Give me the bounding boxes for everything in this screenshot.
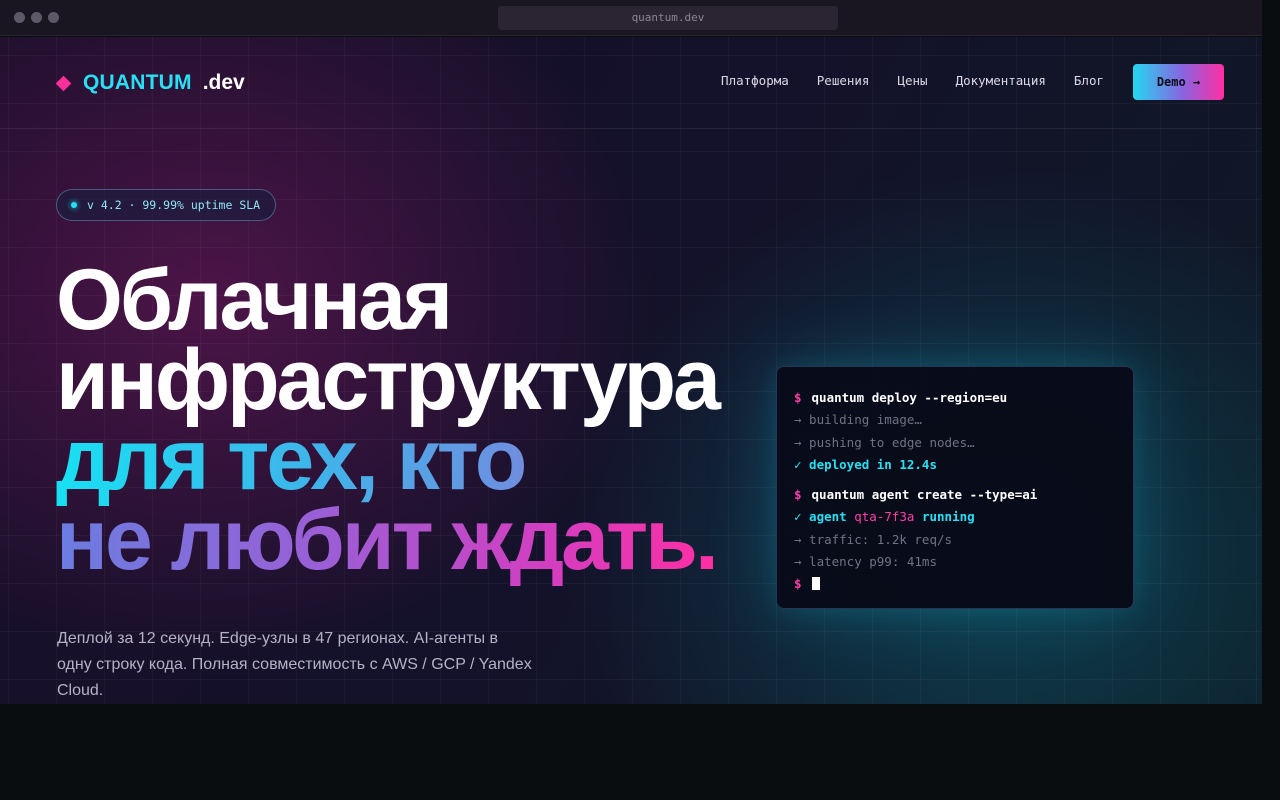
landing-page: QUANTUM .dev Платформа Решения Цены Доку… [0, 37, 1262, 704]
nav-item-platform[interactable]: Платформа [721, 73, 789, 88]
terminal-agent-id: qta-7f3a [854, 509, 915, 525]
terminal-line-success: ✓ deployed in 12.4s [794, 456, 937, 472]
diamond-logo-icon [55, 75, 72, 91]
address-bar[interactable]: quantum.dev [498, 6, 838, 30]
browser-chrome: quantum.dev [0, 0, 1262, 36]
window-close-dot[interactable] [14, 12, 25, 23]
cursor-icon [811, 577, 820, 591]
terminal-line-success: ✓ agent qta-7f3a running [794, 506, 1116, 528]
version-badge-text: v 4.2 · 99.99% uptime SLA [87, 198, 261, 212]
terminal-line-input[interactable]: $ [794, 573, 1116, 595]
terminal-line-info: → pushing to edge nodes… [794, 434, 975, 450]
hero-line-4: не любит ждать. [56, 492, 719, 588]
version-badge: v 4.2 · 99.99% uptime SLA [56, 189, 277, 221]
terminal-ok-suffix: running [921, 509, 975, 525]
demo-button[interactable]: Demo → [1133, 64, 1224, 100]
window-maximize-dot[interactable] [48, 12, 59, 23]
terminal-command: quantum deploy --region=eu [811, 390, 1008, 405]
terminal-prompt: $ [794, 487, 802, 503]
terminal-window: $ quantum deploy --region=eu → building i… [776, 366, 1134, 609]
nav-item-docs[interactable]: Документация [956, 73, 1046, 88]
terminal-line-command: $ quantum agent create --type=ai [794, 484, 1116, 506]
status-dot-icon [71, 202, 77, 208]
logo-link[interactable]: QUANTUM .dev [55, 71, 245, 95]
terminal-line-info: → traffic: 1.2k req/s [794, 531, 953, 547]
top-navigation: QUANTUM .dev Платформа Решения Цены Доку… [0, 37, 1262, 129]
terminal-prompt: $ [794, 576, 802, 592]
hero-description: Деплой за 12 секунд. Edge-узлы в 47 реги… [57, 630, 532, 699]
hero-line-1: Облачная [56, 252, 453, 348]
logo-suffix: .dev [202, 71, 245, 94]
terminal-line-command: $ quantum deploy --region=eu [794, 387, 1116, 409]
nav-item-solutions[interactable]: Решения [817, 73, 870, 88]
terminal-prompt: $ [794, 390, 802, 405]
nav-item-blog[interactable]: Блог [1074, 73, 1104, 88]
nav-menu: Платформа Решения Цены Документация Блог [721, 73, 1104, 88]
terminal-command: quantum agent create --type=ai [811, 487, 1038, 503]
terminal-ok-prefix: ✓ agent [794, 509, 847, 525]
terminal-line-info: → building image… [794, 412, 922, 428]
logo-text: QUANTUM [83, 71, 192, 94]
hero-line-2: инфраструктура [56, 332, 721, 428]
window-minimize-dot[interactable] [31, 12, 42, 23]
nav-item-pricing[interactable]: Цены [897, 73, 927, 88]
terminal-line-info: → latency p99: 41ms [794, 554, 937, 570]
hero-headline: Облачная инфраструктура для тех, кто не … [56, 252, 721, 583]
